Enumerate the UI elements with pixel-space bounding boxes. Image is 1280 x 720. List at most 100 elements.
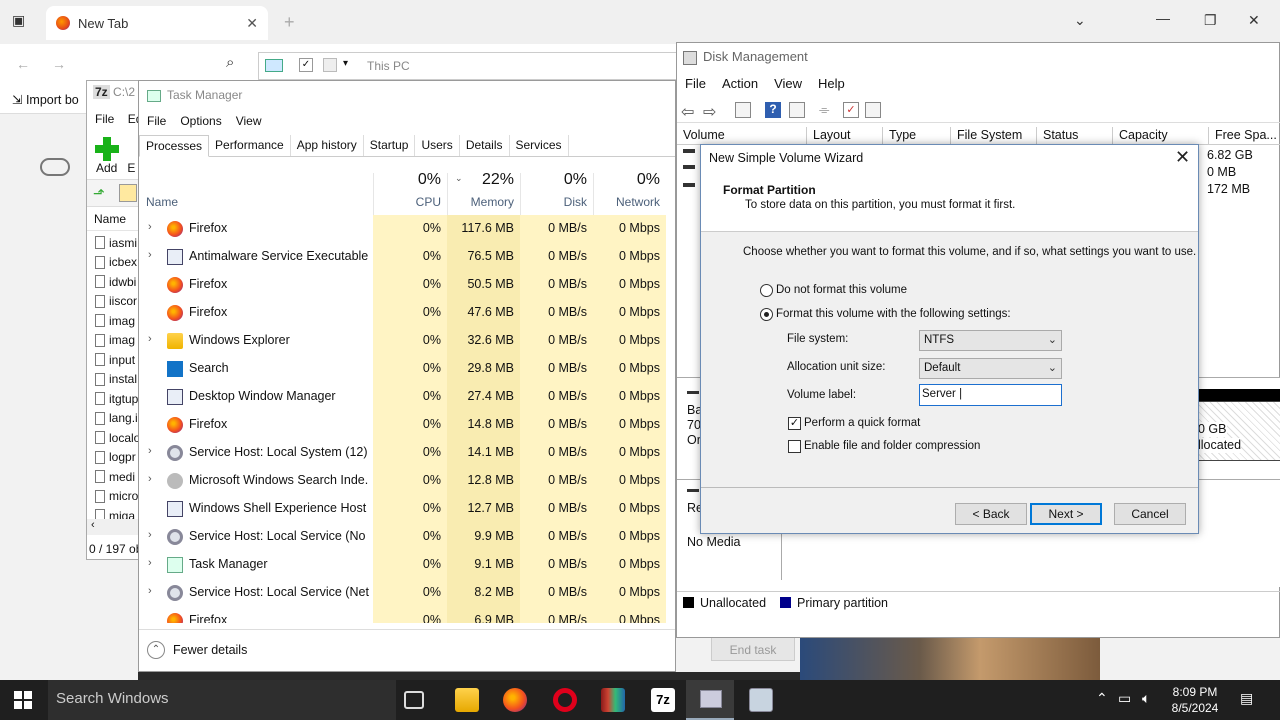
notifications-icon[interactable]: ▤ bbox=[1240, 690, 1253, 707]
tab-performance[interactable]: Performance bbox=[209, 135, 291, 156]
radio-do-not-format-label[interactable]: Do not format this volume bbox=[776, 284, 907, 296]
table-row[interactable]: › Antimalware Service Executable 0% 76.5 MB… bbox=[139, 243, 675, 271]
quick-format-label[interactable]: Perform a quick format bbox=[804, 417, 920, 429]
connect-icon[interactable]: ⌯ bbox=[819, 102, 835, 118]
volume-label-input[interactable]: Server | bbox=[919, 384, 1062, 406]
quick-format-checkbox[interactable]: ✓ bbox=[788, 417, 801, 430]
col-free-space[interactable]: Free Spa... bbox=[1209, 127, 1280, 144]
table-row[interactable]: Firefox 0% 14.8 MB 0 MB/s 0 Mbps bbox=[139, 411, 675, 439]
expand-chevron-icon[interactable]: › bbox=[148, 221, 152, 233]
tab-processes[interactable]: Processes bbox=[139, 135, 210, 157]
expand-chevron-icon[interactable]: › bbox=[148, 333, 152, 345]
opera-icon[interactable] bbox=[553, 688, 577, 712]
tm-menu-options[interactable]: Options bbox=[180, 114, 221, 130]
tm-menu-file[interactable]: File bbox=[147, 114, 166, 130]
properties-icon[interactable] bbox=[865, 102, 881, 118]
close-icon[interactable]: ✕ bbox=[1175, 147, 1190, 168]
table-row[interactable]: › Microsoft Windows Search Inde... 0% 12.8 … bbox=[139, 467, 675, 495]
file-explorer-icon[interactable] bbox=[455, 688, 479, 712]
table-row[interactable]: › Service Host: Local Service (No ... 0% 9.… bbox=[139, 523, 675, 551]
expand-chevron-icon[interactable]: › bbox=[148, 585, 152, 597]
col-capacity[interactable]: Capacity bbox=[1113, 127, 1209, 144]
col-volume[interactable]: Volume bbox=[677, 127, 807, 144]
cancel-button[interactable]: Cancel bbox=[1114, 503, 1186, 525]
col-file-system[interactable]: File System bbox=[951, 127, 1037, 144]
radio-format-volume-label[interactable]: Format this volume with the following se… bbox=[776, 308, 1011, 320]
tm-menu-view[interactable]: View bbox=[236, 114, 262, 130]
import-bookmarks-link[interactable]: ⇲ Import bo bbox=[12, 92, 79, 107]
column-disk[interactable]: Disk bbox=[520, 195, 587, 209]
forward-arrow-icon[interactable]: → bbox=[52, 56, 66, 72]
dm-menu-view[interactable]: View bbox=[774, 76, 802, 92]
expand-chevron-icon[interactable]: › bbox=[148, 529, 152, 541]
tab-details[interactable]: Details bbox=[459, 135, 510, 156]
network-icon[interactable]: ▭ bbox=[1118, 690, 1131, 707]
table-row[interactable]: Firefox 0% 47.6 MB 0 MB/s 0 Mbps bbox=[139, 299, 675, 327]
column-network[interactable]: Network bbox=[593, 195, 660, 209]
end-task-button[interactable]: End task bbox=[711, 637, 795, 661]
table-row[interactable]: Search 0% 29.8 MB 0 MB/s 0 Mbps bbox=[139, 355, 675, 383]
dm-menu-help[interactable]: Help bbox=[818, 76, 845, 92]
col-status[interactable]: Status bbox=[1037, 127, 1113, 144]
table-row[interactable]: › Firefox 0% 117.6 MB 0 MB/s 0 Mbps bbox=[139, 215, 675, 243]
expand-chevron-icon[interactable]: › bbox=[148, 557, 152, 569]
tab-list-icon[interactable]: ▣ bbox=[12, 12, 25, 29]
firefox-icon[interactable] bbox=[503, 688, 527, 712]
7zip-add-button[interactable]: Add E bbox=[96, 161, 135, 175]
new-folder-icon[interactable] bbox=[323, 58, 337, 72]
task-view-icon[interactable] bbox=[404, 691, 424, 709]
table-row[interactable]: › Service Host: Local Service (Net... 0% 8.… bbox=[139, 579, 675, 607]
radio-do-not-format[interactable] bbox=[760, 284, 773, 297]
compression-label[interactable]: Enable file and folder compression bbox=[804, 440, 980, 452]
fewer-details-button[interactable]: ⌃ Fewer details bbox=[147, 641, 247, 659]
7zip-icon[interactable]: 7z bbox=[651, 688, 675, 712]
new-tab-button[interactable]: + bbox=[284, 12, 295, 33]
taskbar-search-box[interactable]: Search Windows bbox=[48, 680, 396, 720]
windows-start-icon[interactable] bbox=[14, 691, 32, 709]
column-cpu[interactable]: CPU bbox=[373, 195, 441, 209]
compression-checkbox[interactable] bbox=[788, 440, 801, 453]
volume-muted-icon[interactable]: 🔈︎ bbox=[1142, 690, 1150, 707]
up-folder-icon[interactable]: ⬏ bbox=[93, 185, 105, 202]
table-row[interactable]: Desktop Window Manager 0% 27.4 MB 0 MB/s 0 M… bbox=[139, 383, 675, 411]
console-icon[interactable] bbox=[735, 102, 751, 118]
table-row[interactable]: Firefox 0% 6.9 MB 0 MB/s 0 Mbps bbox=[139, 607, 675, 623]
help-icon[interactable]: ? bbox=[765, 102, 781, 118]
add-icon[interactable] bbox=[95, 137, 119, 161]
col-type[interactable]: Type bbox=[883, 127, 951, 144]
7zip-menu-file[interactable]: File bbox=[95, 112, 114, 126]
back-arrow-icon[interactable]: ← bbox=[16, 56, 30, 72]
task-manager-icon[interactable] bbox=[749, 688, 773, 712]
radio-format-volume[interactable] bbox=[760, 308, 773, 321]
column-memory[interactable]: Memory bbox=[447, 195, 514, 209]
winrar-icon[interactable] bbox=[601, 688, 625, 712]
properties-icon[interactable]: ✓ bbox=[299, 58, 313, 72]
file-system-select[interactable]: NTFS ⌄ bbox=[919, 330, 1062, 351]
expand-chevron-icon[interactable]: › bbox=[148, 473, 152, 485]
table-row[interactable]: › Task Manager 0% 9.1 MB 0 MB/s 0 Mbps bbox=[139, 551, 675, 579]
column-name[interactable]: Name bbox=[146, 195, 178, 209]
scroll-left-icon[interactable]: ‹ bbox=[91, 519, 95, 531]
tab-services[interactable]: Services bbox=[509, 135, 569, 156]
dm-menu-file[interactable]: File bbox=[685, 76, 706, 92]
table-row[interactable]: Windows Shell Experience Host 0% 12.7 MB 0 … bbox=[139, 495, 675, 523]
restore-button[interactable]: ❐ bbox=[1204, 12, 1217, 29]
close-tab-icon[interactable]: ✕ bbox=[246, 15, 258, 32]
unallocated-region[interactable]: 0 GB llocated bbox=[1197, 401, 1280, 461]
col-layout[interactable]: Layout bbox=[807, 127, 883, 144]
expand-chevron-icon[interactable]: › bbox=[148, 249, 152, 261]
search-icon[interactable]: ⌕ bbox=[226, 54, 234, 71]
allocation-unit-select[interactable]: Default ⌄ bbox=[919, 358, 1062, 379]
check-icon[interactable]: ✓ bbox=[843, 102, 859, 118]
minimize-button[interactable]: — bbox=[1156, 10, 1170, 26]
chevron-up-icon[interactable]: ⌃ bbox=[1096, 690, 1108, 707]
close-window-button[interactable]: ✕ bbox=[1248, 12, 1260, 29]
back-arrow-icon[interactable]: ⇦ bbox=[681, 102, 697, 121]
disk-management-taskbar-button[interactable] bbox=[686, 680, 734, 720]
tab-startup[interactable]: Startup bbox=[363, 135, 416, 156]
list-view-icon[interactable] bbox=[789, 102, 805, 118]
quick-access-chevron-icon[interactable]: ▾ bbox=[343, 58, 348, 69]
back-button[interactable]: < Back bbox=[955, 503, 1027, 525]
table-row[interactable]: › Service Host: Local System (12) 0% 14.1 M… bbox=[139, 439, 675, 467]
next-button[interactable]: Next > bbox=[1030, 503, 1102, 525]
